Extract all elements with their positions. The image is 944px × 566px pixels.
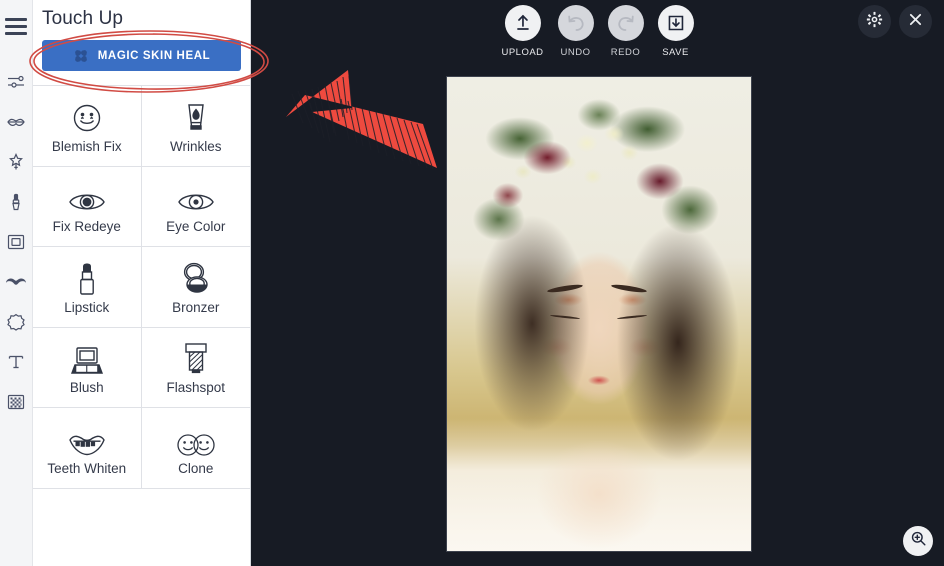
toolbar-right-actions bbox=[858, 5, 932, 38]
eyebrow-left bbox=[547, 282, 584, 294]
zoom-in-magnifier-icon bbox=[910, 530, 927, 552]
edited-photo[interactable] bbox=[447, 77, 751, 551]
touch-up-panel: Touch Up MAGIC SKIN HEAL Blemish Fix Wri… bbox=[33, 0, 251, 566]
tool-lipstick[interactable]: Lipstick bbox=[33, 247, 142, 328]
hamburger-bar bbox=[5, 24, 27, 28]
canvas-area bbox=[251, 66, 944, 566]
adjust-icon[interactable] bbox=[0, 62, 33, 102]
upload-arrow-icon bbox=[504, 5, 541, 41]
eyelash-left bbox=[550, 314, 581, 321]
tool-label: Teeth Whiten bbox=[47, 460, 127, 476]
tool-label: Wrinkles bbox=[169, 138, 222, 154]
hamburger-bar bbox=[5, 31, 27, 35]
tool-wrinkles[interactable]: Wrinkles bbox=[141, 86, 250, 167]
two-faces-icon bbox=[175, 420, 217, 458]
mustache-icon[interactable] bbox=[0, 262, 33, 302]
page-title: Touch Up bbox=[42, 8, 124, 29]
save-label: SAVE bbox=[662, 47, 689, 58]
gear-icon bbox=[866, 11, 883, 33]
compact-powder-icon bbox=[178, 259, 214, 297]
magic-heal-container: MAGIC SKIN HEAL bbox=[33, 36, 250, 85]
tool-clone[interactable]: Clone bbox=[141, 408, 250, 489]
tool-label: Eye Color bbox=[166, 219, 226, 235]
eye-iris-icon bbox=[177, 178, 215, 216]
upload-button[interactable]: UPLOAD bbox=[501, 5, 543, 58]
tool-blush[interactable]: Blush bbox=[33, 327, 142, 408]
panel-empty-area bbox=[33, 488, 250, 563]
cream-tube-icon bbox=[178, 98, 214, 136]
settings-button[interactable] bbox=[858, 5, 891, 38]
redo-button[interactable]: REDO bbox=[607, 5, 644, 58]
bandage-icon bbox=[73, 48, 89, 64]
redo-label: REDO bbox=[610, 47, 641, 58]
left-icon-rail bbox=[0, 0, 33, 566]
toolbar-actions: UPLOAD UNDO REDO SAVE bbox=[501, 5, 694, 58]
smiling-teeth-icon bbox=[67, 420, 107, 458]
tool-label: Flashspot bbox=[166, 380, 226, 396]
smiley-face-icon bbox=[69, 98, 105, 136]
tool-fix-redeye[interactable]: Fix Redeye bbox=[33, 166, 142, 247]
tool-label: Blemish Fix bbox=[51, 138, 122, 154]
tool-grid: Blemish Fix Wrinkles Fix Redeye Eye Colo… bbox=[33, 85, 250, 489]
tool-label: Clone bbox=[178, 460, 214, 476]
magic-skin-heal-label: MAGIC SKIN HEAL bbox=[97, 49, 211, 62]
eyelash-right bbox=[617, 314, 648, 321]
eye-solid-icon bbox=[68, 178, 106, 216]
redo-arrow-icon bbox=[607, 5, 644, 41]
lips-icon[interactable] bbox=[0, 102, 33, 142]
save-button[interactable]: SAVE bbox=[657, 5, 694, 58]
tool-flashspot[interactable]: Flashspot bbox=[141, 327, 250, 408]
tool-label: Lipstick bbox=[64, 299, 110, 315]
texture-icon[interactable] bbox=[0, 382, 33, 422]
undo-arrow-icon bbox=[557, 5, 594, 41]
magic-skin-heal-button[interactable]: MAGIC SKIN HEAL bbox=[42, 40, 241, 71]
undo-label: UNDO bbox=[560, 47, 591, 58]
hamburger-menu-icon[interactable] bbox=[0, 6, 33, 46]
tool-label: Fix Redeye bbox=[52, 219, 121, 235]
brush-icon[interactable] bbox=[0, 182, 33, 222]
tool-eye-color[interactable]: Eye Color bbox=[141, 166, 250, 247]
close-x-icon bbox=[907, 11, 924, 33]
frame-icon[interactable] bbox=[0, 222, 33, 262]
blush-palette-icon bbox=[68, 339, 106, 377]
text-icon[interactable] bbox=[0, 342, 33, 382]
lipstick-icon bbox=[72, 259, 102, 297]
tool-bronzer[interactable]: Bronzer bbox=[141, 247, 250, 328]
sticker-icon[interactable] bbox=[0, 302, 33, 342]
tool-teeth-whiten[interactable]: Teeth Whiten bbox=[33, 408, 142, 489]
tool-blemish-fix[interactable]: Blemish Fix bbox=[33, 86, 142, 167]
zoom-in-button[interactable] bbox=[903, 526, 933, 556]
top-toolbar: UPLOAD UNDO REDO SAVE bbox=[251, 0, 944, 66]
magic-wand-icon[interactable] bbox=[0, 142, 33, 182]
hamburger-bar bbox=[5, 17, 27, 21]
undo-button[interactable]: UNDO bbox=[557, 5, 594, 58]
close-button[interactable] bbox=[899, 5, 932, 38]
upload-label: UPLOAD bbox=[501, 47, 544, 58]
tool-label: Bronzer bbox=[172, 299, 220, 315]
eyebrow-right bbox=[610, 282, 648, 294]
photo-frame bbox=[446, 76, 752, 552]
save-disk-icon bbox=[657, 5, 694, 41]
flash-stamp-icon bbox=[179, 339, 213, 377]
tool-label: Blush bbox=[69, 380, 104, 396]
